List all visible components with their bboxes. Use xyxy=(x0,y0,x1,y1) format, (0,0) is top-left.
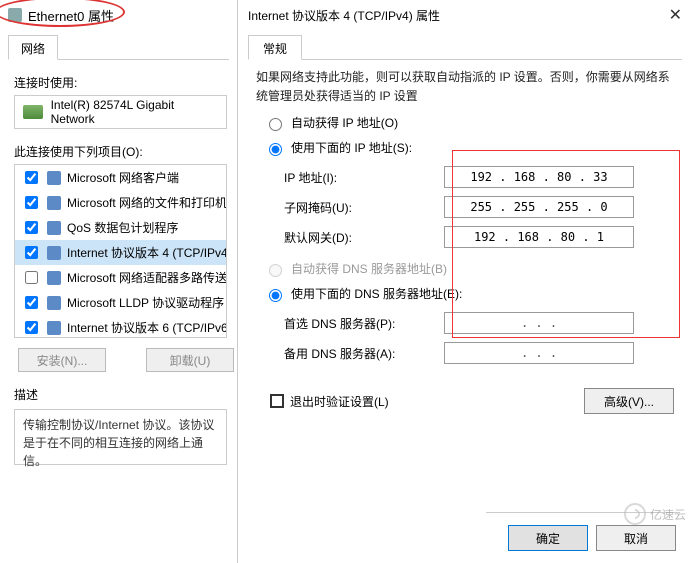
item-label: Microsoft 网络的文件和打印机共 xyxy=(67,194,227,211)
list-item[interactable]: Microsoft LLDP 协议驱动程序 xyxy=(15,290,226,315)
list-item[interactable]: Microsoft 网络适配器多路传送器 xyxy=(15,265,226,290)
right-tabbar: 常规 xyxy=(248,34,682,60)
validate-checkbox[interactable] xyxy=(270,394,284,408)
nic-icon xyxy=(23,105,43,119)
item-label: Internet 协议版本 4 (TCP/IPv4) xyxy=(67,244,227,261)
right-title: Internet 协议版本 4 (TCP/IPv4) 属性 xyxy=(248,7,440,24)
ip-address-input[interactable]: 192 . 168 . 80 . 33 xyxy=(444,166,634,188)
item-checkbox[interactable] xyxy=(25,246,38,259)
dns2-label: 备用 DNS 服务器(A): xyxy=(284,345,444,362)
item-label: Internet 协议版本 6 (TCP/IPv6) xyxy=(67,319,227,336)
component-icon xyxy=(47,321,61,335)
item-label: Microsoft LLDP 协议驱动程序 xyxy=(67,294,224,311)
item-label: QoS 数据包计划程序 xyxy=(67,219,178,236)
item-checkbox[interactable] xyxy=(25,271,38,284)
radio-auto-dns: 自动获得 DNS 服务器地址(B) xyxy=(264,260,674,277)
item-label: Microsoft 网络客户端 xyxy=(67,169,179,186)
nic-name: Intel(R) 82574L Gigabit Network xyxy=(51,98,218,126)
network-icon xyxy=(8,8,22,22)
items-list-label: 此连接使用下列项目(O): xyxy=(14,143,237,160)
info-text: 如果网络支持此功能，则可以获取自动指派的 IP 设置。否则，你需要从网络系统管理… xyxy=(256,68,674,106)
radio-auto-ip-input[interactable] xyxy=(269,118,282,131)
component-icon xyxy=(47,221,61,235)
network-components-list[interactable]: Microsoft 网络客户端 Microsoft 网络的文件和打印机共 QoS… xyxy=(14,164,227,338)
ok-button[interactable]: 确定 xyxy=(508,525,588,551)
item-checkbox[interactable] xyxy=(25,171,38,184)
description-label: 描述 xyxy=(14,386,237,403)
list-item[interactable]: Microsoft 网络客户端 xyxy=(15,165,226,190)
nic-field[interactable]: Intel(R) 82574L Gigabit Network xyxy=(14,95,227,129)
close-icon[interactable]: ✕ xyxy=(669,5,682,25)
item-checkbox[interactable] xyxy=(25,321,38,334)
item-label: Microsoft 网络适配器多路传送器 xyxy=(67,269,227,286)
left-titlebar: Ethernet0 属性 xyxy=(0,0,237,30)
radio-use-ip[interactable]: 使用下面的 IP 地址(S): xyxy=(264,139,674,156)
advanced-button[interactable]: 高级(V)... xyxy=(584,388,674,414)
gateway-label: 默认网关(D): xyxy=(284,229,444,246)
description-text: 传输控制协议/Internet 协议。该协议是于在不同的相互连接的网络上通信。 xyxy=(14,409,227,465)
ethernet-properties-window: Ethernet0 属性 网络 连接时使用: Intel(R) 82574L G… xyxy=(0,0,238,563)
left-tabbar: 网络 xyxy=(8,34,229,60)
ipv4-properties-window: Internet 协议版本 4 (TCP/IPv4) 属性 ✕ 常规 如果网络支… xyxy=(238,0,692,563)
component-icon xyxy=(47,196,61,210)
uninstall-button[interactable]: 卸载(U) xyxy=(146,348,234,372)
radio-use-ip-input[interactable] xyxy=(269,143,282,156)
cancel-button[interactable]: 取消 xyxy=(596,525,676,551)
dns1-label: 首选 DNS 服务器(P): xyxy=(284,315,444,332)
dns1-input[interactable]: . . . xyxy=(444,312,634,334)
ip-address-label: IP 地址(I): xyxy=(284,169,444,186)
radio-use-dns-input[interactable] xyxy=(269,289,282,302)
item-checkbox[interactable] xyxy=(25,296,38,309)
item-checkbox[interactable] xyxy=(25,221,38,234)
component-icon xyxy=(47,296,61,310)
component-icon xyxy=(47,271,61,285)
radio-auto-ip-label: 自动获得 IP 地址(O) xyxy=(291,114,398,131)
tab-network[interactable]: 网络 xyxy=(8,35,58,60)
subnet-mask-input[interactable]: 255 . 255 . 255 . 0 xyxy=(444,196,634,218)
dns2-input[interactable]: . . . xyxy=(444,342,634,364)
validate-label: 退出时验证设置(L) xyxy=(290,393,389,410)
tab-general[interactable]: 常规 xyxy=(248,35,302,60)
radio-use-ip-label: 使用下面的 IP 地址(S): xyxy=(291,139,412,156)
right-titlebar: Internet 协议版本 4 (TCP/IPv4) 属性 ✕ xyxy=(238,0,692,30)
list-item-selected[interactable]: Internet 协议版本 4 (TCP/IPv4) xyxy=(15,240,226,265)
component-icon xyxy=(47,246,61,260)
radio-auto-ip[interactable]: 自动获得 IP 地址(O) xyxy=(264,114,674,131)
item-checkbox[interactable] xyxy=(25,196,38,209)
radio-auto-dns-input xyxy=(269,264,282,277)
left-title: Ethernet0 属性 xyxy=(28,6,114,25)
component-icon xyxy=(47,171,61,185)
connect-using-label: 连接时使用: xyxy=(14,74,237,91)
install-button[interactable]: 安装(N)... xyxy=(18,348,106,372)
radio-use-dns[interactable]: 使用下面的 DNS 服务器地址(E): xyxy=(264,285,674,302)
watermark-icon xyxy=(624,503,646,525)
list-item[interactable]: Microsoft 网络的文件和打印机共 xyxy=(15,190,226,215)
radio-use-dns-label: 使用下面的 DNS 服务器地址(E): xyxy=(291,285,462,302)
watermark: 亿速云 xyxy=(624,503,686,525)
list-item[interactable]: Internet 协议版本 6 (TCP/IPv6) xyxy=(15,315,226,338)
watermark-text: 亿速云 xyxy=(650,506,686,523)
list-item[interactable]: QoS 数据包计划程序 xyxy=(15,215,226,240)
radio-auto-dns-label: 自动获得 DNS 服务器地址(B) xyxy=(291,260,447,277)
subnet-mask-label: 子网掩码(U): xyxy=(284,199,444,216)
gateway-input[interactable]: 192 . 168 . 80 . 1 xyxy=(444,226,634,248)
